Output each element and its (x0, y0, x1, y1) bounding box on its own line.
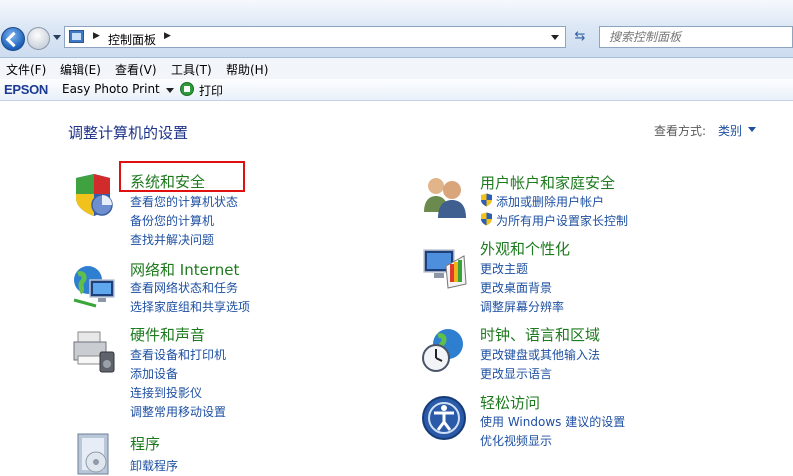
category-title-user-accounts[interactable]: 用户帐户和家庭安全 (480, 172, 615, 193)
link-optimize-video-display[interactable]: 优化视频显示 (480, 432, 552, 449)
appearance-personalization-icon[interactable] (420, 244, 468, 292)
link-change-display-language[interactable]: 更改显示语言 (480, 365, 552, 382)
menu-tools[interactable]: 工具(T) (171, 61, 212, 78)
print-icon[interactable] (180, 82, 194, 96)
link-add-device[interactable]: 添加设备 (130, 365, 178, 382)
print-button[interactable]: 打印 (199, 82, 223, 99)
menu-view[interactable]: 查看(V) (115, 61, 157, 78)
uac-shield-icon (481, 212, 492, 226)
refresh-icon[interactable]: ⇆ (568, 26, 592, 48)
category-title-hardware-sound[interactable]: 硬件和声音 (130, 324, 205, 345)
category-title-ease-of-access[interactable]: 轻松访问 (480, 392, 540, 413)
link-homegroup-sharing[interactable]: 选择家庭组和共享选项 (130, 298, 250, 315)
page-title: 调整计算机的设置 (68, 124, 189, 142)
link-view-devices-printers[interactable]: 查看设备和打印机 (130, 346, 226, 363)
category-title-network-internet[interactable]: 网络和 Internet (130, 259, 239, 280)
recent-pages-dropdown-icon[interactable] (53, 35, 61, 40)
system-security-icon[interactable] (70, 172, 118, 220)
control-panel-icon (69, 30, 84, 43)
address-history-dropdown-icon[interactable] (551, 35, 559, 40)
link-parental-controls[interactable]: 为所有用户设置家长控制 (496, 212, 628, 229)
search-box[interactable] (599, 26, 793, 48)
link-change-keyboard-input[interactable]: 更改键盘或其他输入法 (480, 346, 600, 363)
link-adjust-resolution[interactable]: 调整屏幕分辨率 (480, 298, 564, 315)
programs-icon[interactable] (70, 430, 118, 476)
hardware-sound-icon[interactable] (70, 326, 118, 374)
link-backup-computer[interactable]: 备份您的计算机 (130, 212, 214, 229)
link-change-desktop-background[interactable]: 更改桌面背景 (480, 279, 552, 296)
epson-dropdown-icon[interactable] (166, 88, 174, 93)
easy-photo-print-button[interactable]: Easy Photo Print (62, 82, 160, 96)
view-by-select[interactable]: 类别 (718, 122, 742, 139)
breadcrumb-separator-icon[interactable]: ▶ (93, 31, 100, 41)
link-add-remove-accounts[interactable]: 添加或删除用户帐户 (496, 193, 604, 210)
menu-help[interactable]: 帮助(H) (226, 61, 268, 78)
network-internet-icon[interactable] (70, 262, 118, 310)
link-connect-projector[interactable]: 连接到投影仪 (130, 384, 202, 401)
link-view-network-status[interactable]: 查看网络状态和任务 (130, 279, 238, 296)
address-field[interactable]: ▶ 控制面板 ▶ (64, 26, 566, 48)
link-uninstall-program[interactable]: 卸载程序 (130, 457, 178, 474)
clock-language-region-icon[interactable] (420, 326, 468, 374)
view-by-label: 查看方式: (654, 124, 707, 138)
uac-shield-icon (481, 193, 492, 207)
breadcrumb-control-panel[interactable]: 控制面板 (108, 31, 156, 48)
category-title-appearance[interactable]: 外观和个性化 (480, 238, 570, 259)
menu-bar: 文件(F) 编辑(E) 查看(V) 工具(T) 帮助(H) (0, 58, 793, 79)
category-title-system-security[interactable]: 系统和安全 (130, 171, 205, 192)
link-change-theme[interactable]: 更改主题 (480, 260, 528, 277)
back-button[interactable] (1, 27, 25, 51)
link-mobility-settings[interactable]: 调整常用移动设置 (130, 403, 226, 420)
link-view-computer-status[interactable]: 查看您的计算机状态 (130, 193, 238, 210)
link-find-fix-problems[interactable]: 查找并解决问题 (130, 231, 214, 248)
user-accounts-icon[interactable] (420, 172, 468, 220)
ease-of-access-icon[interactable] (420, 394, 468, 442)
forward-button[interactable] (27, 27, 50, 50)
category-title-programs[interactable]: 程序 (130, 433, 160, 454)
link-use-recommended-settings[interactable]: 使用 Windows 建议的设置 (480, 413, 625, 430)
search-input[interactable] (600, 27, 792, 47)
category-title-clock-language-region[interactable]: 时钟、语言和区域 (480, 324, 600, 345)
menu-edit[interactable]: 编辑(E) (60, 61, 101, 78)
menu-file[interactable]: 文件(F) (6, 61, 46, 78)
address-toolbar: ▶ 控制面板 ▶ ⇆ (0, 0, 793, 58)
view-by-dropdown-icon[interactable] (748, 127, 756, 132)
epson-logo: EPSON (4, 82, 49, 97)
epson-toolbar: EPSON Easy Photo Print 打印 (0, 79, 793, 101)
breadcrumb-separator-icon[interactable]: ▶ (164, 31, 171, 41)
control-panel-content: 调整计算机的设置 查看方式: 类别 系统和安全 查看您的计算机状态 备份您的计算… (0, 102, 793, 476)
